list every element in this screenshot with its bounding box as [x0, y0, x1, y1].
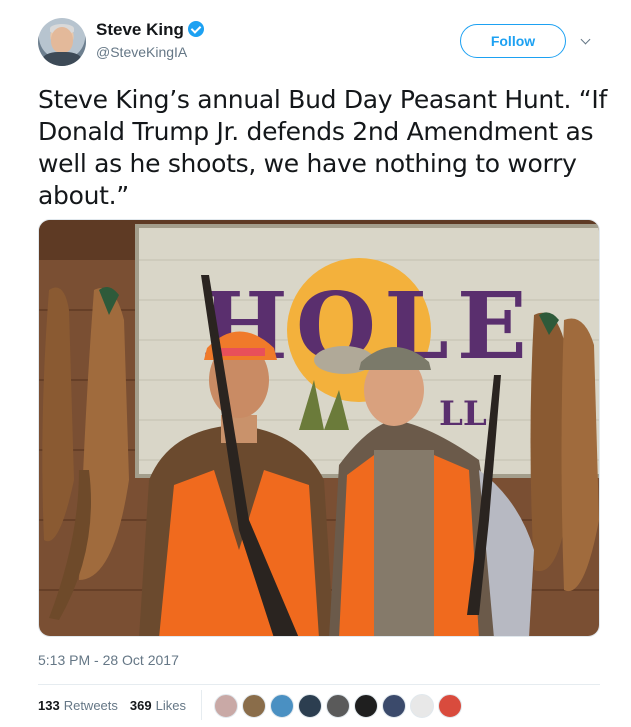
retweets-stat[interactable]: 133 Retweets	[38, 698, 118, 713]
tweet-stats: 133 Retweets 369 Likes	[38, 698, 198, 713]
chevron-down-icon[interactable]	[578, 34, 594, 50]
liker-avatar[interactable]	[354, 694, 378, 718]
follow-button[interactable]: Follow	[460, 24, 566, 58]
likes-count: 369	[129, 698, 152, 713]
liker-avatars	[214, 694, 462, 718]
liker-avatar[interactable]	[410, 694, 434, 718]
liker-avatar[interactable]	[270, 694, 294, 718]
likes-label: Likes	[155, 698, 186, 713]
retweets-label: Retweets	[63, 698, 118, 713]
pheasants-right	[530, 312, 599, 592]
liker-avatar[interactable]	[214, 694, 238, 718]
verified-badge-icon	[187, 21, 204, 37]
liker-avatar[interactable]	[382, 694, 406, 718]
tweet-header: Steve King @SteveKingIA Follow	[38, 14, 608, 70]
author-name-row[interactable]: Steve King	[96, 20, 204, 40]
tweet-timestamp[interactable]: 5:13 PM - 28 Oct 2017	[38, 652, 179, 668]
sign-text-small: LL	[439, 394, 487, 434]
tweet-text: Steve King’s annual Bud Day Peasant Hunt…	[38, 85, 607, 210]
liker-avatar[interactable]	[298, 694, 322, 718]
photo-illustration: HOLE LL	[39, 220, 599, 636]
liker-avatar[interactable]	[438, 694, 462, 718]
tweet-photo[interactable]: HOLE LL	[38, 219, 600, 637]
retweets-count: 133	[38, 698, 60, 713]
likes-stat[interactable]: 369 Likes	[130, 698, 186, 713]
author-handle[interactable]: @SteveKingIA	[96, 44, 187, 60]
divider	[38, 684, 600, 685]
liker-avatar[interactable]	[326, 694, 350, 718]
author-avatar[interactable]	[38, 18, 86, 66]
liker-avatar[interactable]	[242, 694, 266, 718]
author-name[interactable]: Steve King	[96, 20, 184, 39]
stats-divider	[201, 690, 202, 720]
